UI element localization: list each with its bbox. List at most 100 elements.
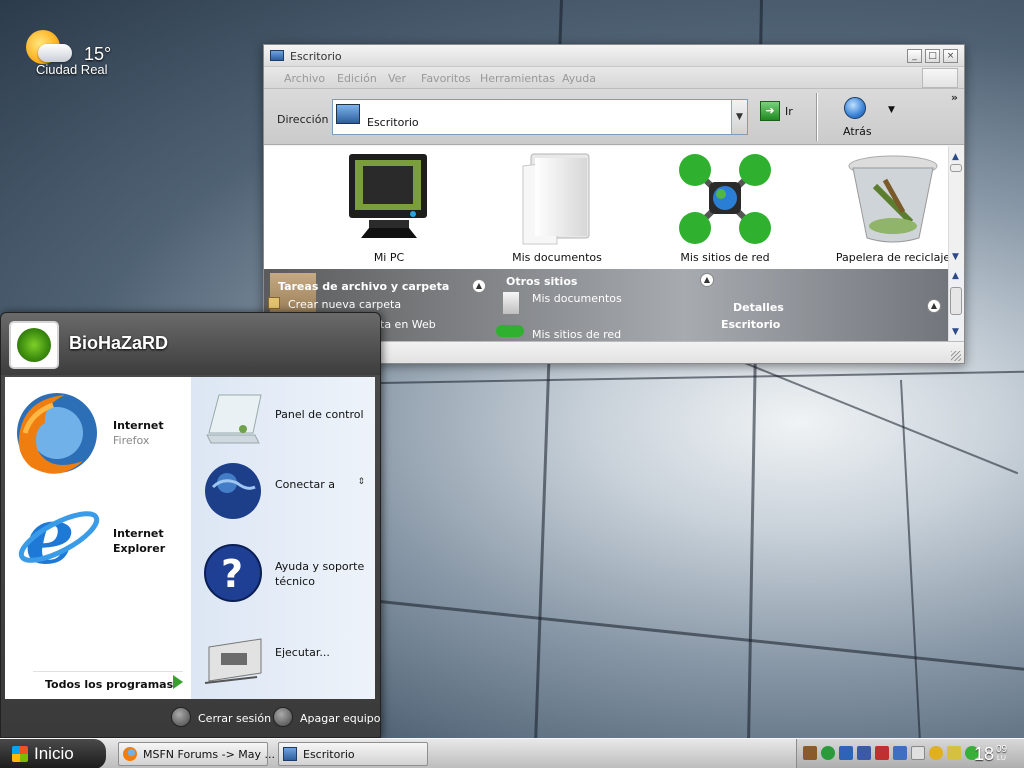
avatar[interactable]: [9, 321, 59, 369]
antenna-icon[interactable]: [803, 746, 817, 760]
volume-icon[interactable]: [839, 746, 853, 760]
go-arrow-icon[interactable]: ➜: [760, 101, 780, 121]
control-panel-icon: [206, 394, 262, 444]
arrow-right-icon: [173, 675, 183, 689]
program-sub: Firefox: [113, 434, 150, 447]
menu-herramientas[interactable]: Herramientas: [480, 72, 555, 85]
menu-archivo[interactable]: Archivo: [284, 72, 325, 85]
all-programs-button[interactable]: Todos los programas: [33, 671, 183, 691]
menu-favoritos[interactable]: Favoritos: [421, 72, 471, 85]
desktop-item-label: Mi PC: [373, 251, 405, 264]
display-icon[interactable]: [893, 746, 907, 760]
maximize-button[interactable]: □: [925, 49, 940, 63]
other-places-documents[interactable]: Mis documentos: [532, 292, 622, 305]
menu-ver[interactable]: Ver: [388, 72, 406, 85]
network-icon: [679, 154, 771, 244]
content-scrollbar[interactable]: ▲ ▼: [948, 146, 964, 269]
desktop-item-mis-sitios-de-red[interactable]: Mis sitios de red: [650, 152, 800, 266]
title-bar[interactable]: Escritorio _ □ ×: [264, 45, 964, 67]
desktop-item-mis-documentos[interactable]: Mis documentos: [482, 152, 632, 266]
scroll-thumb[interactable]: [950, 287, 962, 315]
computer-icon: [349, 154, 427, 238]
shield-icon[interactable]: [947, 746, 961, 760]
clock-minute: 09: [996, 744, 1008, 755]
firewall-icon[interactable]: [875, 746, 889, 760]
scroll-down-icon[interactable]: ▼: [952, 327, 959, 337]
network-tray-icon[interactable]: [857, 746, 871, 760]
taskbar-item-label: Escritorio: [303, 748, 355, 761]
details-value: Escritorio: [721, 318, 781, 331]
biohazard-icon: [17, 328, 51, 362]
link-label: Ejecutar...: [275, 646, 330, 659]
back-dropdown-icon[interactable]: ▼: [888, 105, 895, 115]
control-panel-link[interactable]: Panel de control: [199, 385, 369, 455]
start-label: Inicio: [34, 744, 74, 763]
minimize-button[interactable]: _: [907, 49, 922, 63]
taskbar-item-label: MSFN Forums -> May ...: [143, 748, 276, 761]
collapse-file-tasks-icon[interactable]: ▲: [472, 279, 486, 293]
scroll-up-icon[interactable]: ▲: [952, 152, 959, 162]
close-button[interactable]: ×: [943, 49, 958, 63]
clock-hour: 18: [974, 744, 995, 764]
program-sub: Explorer: [113, 542, 166, 555]
window-title: Escritorio: [290, 50, 342, 63]
menu-edicion[interactable]: Edición: [337, 72, 377, 85]
desktop-items-view: Mi PC Mis documentos Mis sitios de red P…: [264, 146, 964, 269]
windows-logo-icon: [922, 68, 958, 88]
pinned-internet-explorer[interactable]: e Internet Explorer: [13, 491, 183, 581]
firefox-icon: [17, 393, 97, 474]
firefox-icon: [123, 747, 137, 761]
chevron-down-icon[interactable]: ▼: [731, 100, 747, 134]
svg-text:?: ?: [221, 552, 243, 596]
toolbar-separator: [816, 93, 818, 141]
address-label: Dirección: [277, 113, 329, 126]
collapse-details-icon[interactable]: ▲: [927, 299, 941, 313]
back-arrow-icon[interactable]: [844, 97, 866, 119]
help-icon: ?: [204, 544, 262, 602]
start-menu: BioHaZaRD Internet Firefox e Internet Ex…: [0, 312, 381, 738]
collapse-other-places-icon[interactable]: ▲: [700, 273, 714, 287]
clock[interactable]: 18 09 LU: [974, 744, 1020, 766]
desktop-item-papelera-de-reciclaje[interactable]: Papelera de reciclaje: [818, 152, 968, 266]
globe-icon: [205, 463, 261, 519]
messenger-icon[interactable]: [929, 746, 943, 760]
background-frame-line: [379, 600, 1024, 672]
security-icon[interactable]: [821, 746, 835, 760]
taskbar-item-escritorio[interactable]: Escritorio: [278, 742, 428, 766]
printer-icon[interactable]: [911, 746, 925, 760]
system-links: Panel de control Conectar a ⇕ ? Ayuda y …: [191, 377, 375, 699]
start-button[interactable]: Inicio: [0, 739, 106, 768]
scroll-up-icon[interactable]: ▲: [952, 271, 959, 281]
folder-window-icon: [270, 50, 284, 61]
connect-to-link[interactable]: Conectar a ⇕: [199, 461, 369, 531]
menu-ayuda[interactable]: Ayuda: [562, 72, 596, 85]
user-name: BioHaZaRD: [69, 333, 169, 353]
background-frame-line: [739, 360, 1019, 475]
internet-explorer-icon: e: [18, 491, 100, 579]
address-bar: Dirección Escritorio ▼ ➜ Ir Atrás ▼ »: [264, 89, 964, 145]
address-field[interactable]: Escritorio ▼: [332, 99, 748, 135]
scroll-down-icon[interactable]: ▼: [952, 252, 959, 262]
pinned-firefox[interactable]: Internet Firefox: [13, 389, 183, 479]
scroll-thumb[interactable]: [950, 164, 962, 172]
back-button[interactable]: Atrás: [843, 125, 872, 138]
other-places-network[interactable]: Mis sitios de red: [532, 328, 621, 341]
resize-grip-icon[interactable]: [951, 351, 961, 361]
program-name: Internet: [113, 419, 164, 432]
desktop-item-label: Papelera de reciclaje: [835, 251, 951, 264]
help-support-link[interactable]: ? Ayuda y soporte técnico: [199, 543, 369, 613]
tasks-scrollbar[interactable]: ▲ ▼: [948, 269, 964, 341]
publish-web-link[interactable]: ta en Web: [380, 318, 436, 331]
documents-icon: [502, 291, 520, 315]
go-button[interactable]: Ir: [785, 105, 793, 118]
taskbar-item-msfn-forums[interactable]: MSFN Forums -> May ...: [118, 742, 275, 766]
all-programs-label: Todos los programas: [45, 678, 174, 691]
other-places-title: Otros sitios: [506, 275, 578, 288]
weather-gadget[interactable]: 15° Ciudad Real: [22, 26, 132, 82]
desktop-item-mi-pc[interactable]: Mi PC: [314, 152, 464, 266]
run-link[interactable]: Ejecutar...: [199, 631, 369, 701]
create-folder-link[interactable]: Crear nueva carpeta: [288, 298, 401, 311]
toolbar-overflow-icon[interactable]: »: [951, 91, 958, 104]
folder-window-icon: [283, 747, 297, 761]
menu-bar: Archivo Edición Ver Favoritos Herramient…: [264, 67, 964, 89]
